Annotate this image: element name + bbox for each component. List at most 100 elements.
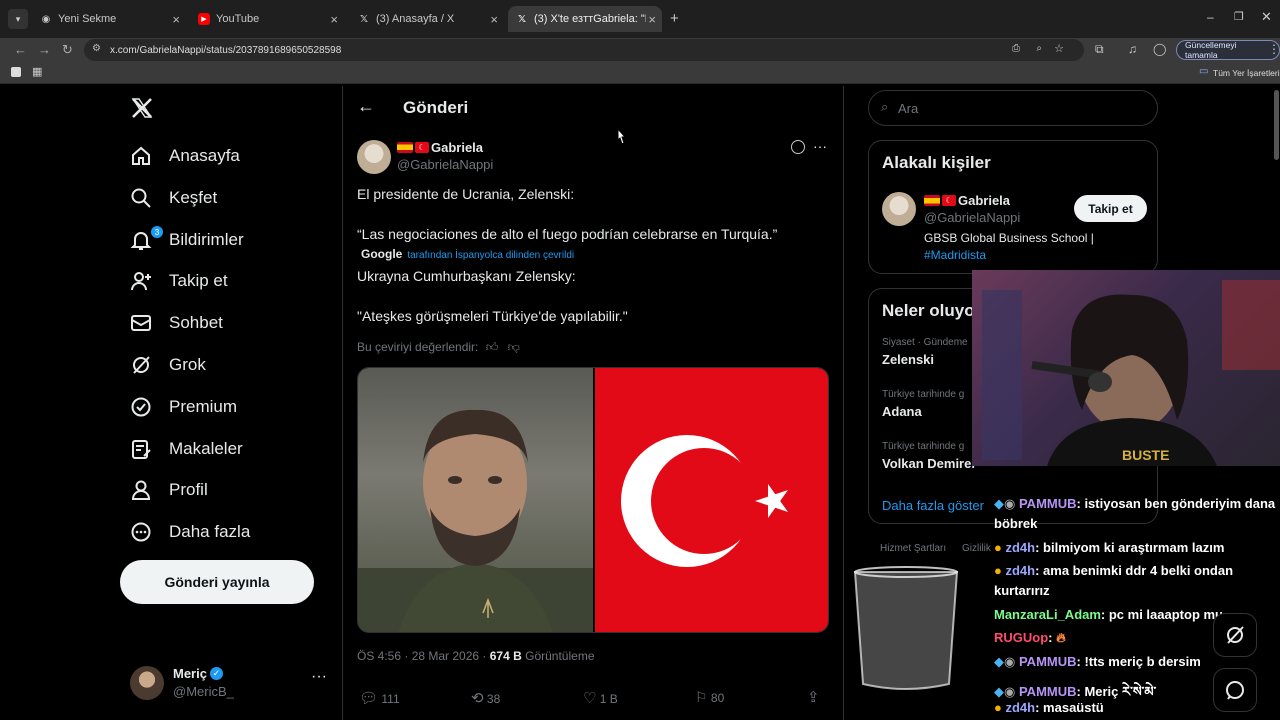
close-icon[interactable]: × xyxy=(490,12,498,27)
thumbs-up-icon[interactable]: 👍︎ xyxy=(486,340,499,354)
svg-text:BUSTE: BUSTE xyxy=(1122,447,1169,463)
nav-item-profile[interactable]: Profil xyxy=(130,472,208,508)
rate-translation: Bu çeviriyi değerlendir: 👍︎ 👎︎ xyxy=(357,340,520,355)
url-field[interactable]: ⚙ x.com/GabrielaNappi/status/20378916896… xyxy=(84,39,1084,61)
site-info-icon[interactable]: ⚙ xyxy=(92,43,101,54)
grok-float-button[interactable] xyxy=(1213,613,1257,657)
x-logo-icon[interactable] xyxy=(130,96,154,120)
nav-item-home[interactable]: Anasayfa xyxy=(130,138,240,174)
more-dots-icon[interactable]: ··· xyxy=(311,668,327,686)
sidebar-toggle-icon[interactable] xyxy=(11,67,21,77)
tab-x-home[interactable]: 𝕏 (3) Anasayfa / X × xyxy=(350,8,504,30)
chat-message: böbrek xyxy=(994,516,1037,531)
more-dots-icon[interactable]: ··· xyxy=(813,138,827,154)
related-hashtag[interactable]: #Madridista xyxy=(924,248,986,262)
tab-youtube[interactable]: ▶ YouTube × xyxy=(190,8,344,30)
forward-icon[interactable]: → xyxy=(38,42,51,57)
post-column: ← Gönderi ☾ Gabriela @GabrielaNappi ··· … xyxy=(342,86,844,720)
new-tab-button[interactable]: + xyxy=(670,10,679,27)
author-handle[interactable]: @GabrielaNappi xyxy=(397,157,493,172)
repost-button[interactable]: ⟲ 38 xyxy=(471,689,500,707)
chat-text: : bilmiyom ki araştırmam lazım xyxy=(1035,540,1225,555)
trend-name: Adana xyxy=(882,404,922,419)
nav-label: Takip et xyxy=(169,271,228,290)
views-label: Görüntüleme xyxy=(525,649,595,663)
profile-circle-icon[interactable]: ◯ xyxy=(1153,42,1166,56)
grok-icon[interactable] xyxy=(791,140,805,154)
close-icon[interactable]: × xyxy=(330,12,338,27)
bookmark-star-icon[interactable]: ☆ xyxy=(1054,42,1064,55)
show-more-link[interactable]: Daha fazla göster xyxy=(882,498,984,513)
badge-icon: ● xyxy=(994,540,1002,555)
nav-item-premium[interactable]: Premium xyxy=(130,389,237,425)
post-button[interactable]: Gönderi yayınla xyxy=(120,560,314,604)
nav-item-follow[interactable]: Takip et xyxy=(130,263,228,299)
nav-item-grok[interactable]: Grok xyxy=(130,347,206,383)
reload-icon[interactable]: ↻ xyxy=(62,42,73,58)
chat-text: : xyxy=(1048,630,1053,645)
close-icon[interactable]: × xyxy=(648,12,656,27)
reply-button[interactable]: 💬︎ 111 xyxy=(359,689,400,707)
tab-list-dropdown[interactable]: ▾ xyxy=(8,9,28,29)
footer-privacy-link[interactable]: Gizlilik xyxy=(962,543,991,554)
extensions-icon[interactable]: ⧉ xyxy=(1095,42,1104,57)
nav-item-articles[interactable]: Makaleler xyxy=(130,431,243,467)
author-avatar[interactable] xyxy=(357,140,391,174)
nav-item-chat[interactable]: Sohbet xyxy=(130,305,223,341)
media-icon[interactable]: ♫ xyxy=(1128,42,1137,56)
tab-x-post[interactable]: 𝕏 (3) X'te езттGabriela: "El preside × xyxy=(508,6,662,32)
back-icon[interactable]: ← xyxy=(14,42,27,57)
page-scrollbar[interactable] xyxy=(1274,90,1279,160)
update-button[interactable]: Güncellemeyi tamamla xyxy=(1176,40,1280,60)
install-icon[interactable]: ⎙ xyxy=(1012,43,1020,54)
related-handle[interactable]: @GabrielaNappi xyxy=(924,210,1020,225)
trend-item[interactable]: Türkiye tarihinde g Adana xyxy=(882,389,964,419)
account-switcher[interactable]: Meriç ✓ @MericB_ ··· xyxy=(130,666,330,706)
search-input[interactable]: ⌕ Ara xyxy=(868,90,1158,126)
badge-icon: ◉ xyxy=(1004,496,1016,511)
chat-user: zd4h xyxy=(1005,700,1036,715)
like-button[interactable]: ♡ 1 B xyxy=(583,689,618,707)
bookmark-button[interactable]: ⚐ 80 xyxy=(695,689,724,706)
related-avatar[interactable] xyxy=(882,192,916,226)
close-icon[interactable]: × xyxy=(172,12,180,27)
nav-label: Daha fazla xyxy=(169,522,251,541)
apps-grid-icon[interactable]: ▦ xyxy=(32,65,42,78)
footer-terms-link[interactable]: Hizmet Şartları xyxy=(880,543,946,554)
messages-float-button[interactable] xyxy=(1213,668,1257,712)
all-bookmarks-link[interactable]: Tüm Yer İşaretleri xyxy=(1213,68,1280,78)
nav-item-more[interactable]: Daha fazla xyxy=(130,514,250,550)
tab-new-tab[interactable]: ◉ Yeni Sekme × xyxy=(32,8,186,30)
related-people-card: Alakalı kişiler ☾ Gabriela @GabrielaNapp… xyxy=(868,140,1158,274)
chat-user: PAMMUB xyxy=(1018,496,1077,511)
chat-user: PAMMUB xyxy=(1018,684,1077,699)
nav-item-explore[interactable]: Keşfet xyxy=(130,180,217,216)
zoom-icon[interactable]: ⌕ xyxy=(1036,43,1042,54)
chat-message: ◆◉ PAMMUB: !tts meriç b dersim xyxy=(994,654,1201,670)
chat-message: ● zd4h: bilmiyom ki araştırmam lazım xyxy=(994,540,1224,555)
back-arrow-icon[interactable]: ← xyxy=(357,96,375,117)
share-icon[interactable]: ⇪ xyxy=(807,688,820,706)
follow-button-label: Takip et xyxy=(1088,201,1133,216)
trend-name: Volkan Demirel xyxy=(882,456,975,471)
trend-item[interactable]: Siyaset · Gündeme Zelenski xyxy=(882,337,968,367)
heart-icon: ♡ xyxy=(583,690,597,707)
post-image[interactable] xyxy=(357,367,829,633)
post-text-translation-1: Ukrayna Cumhurbaşkanı Zelensky: xyxy=(357,268,576,284)
translated-by-text[interactable]: tarafından İspanyolca dilinden çevrildi xyxy=(407,250,574,261)
window-close-icon[interactable]: ✕ xyxy=(1261,9,1272,25)
trend-item[interactable]: Türkiye tarihinde g Volkan Demirel xyxy=(882,441,975,471)
follow-button[interactable]: Takip et xyxy=(1074,195,1147,222)
thumbs-down-icon[interactable]: 👎︎ xyxy=(508,340,520,354)
search-icon xyxy=(130,187,152,209)
author-name[interactable]: Gabriela xyxy=(431,140,483,155)
nav-item-notifications[interactable]: 3 Bildirimler xyxy=(130,222,244,258)
flag-turkey-icon: ☾ xyxy=(415,142,429,153)
related-bio: GBSB Global Business School | xyxy=(924,231,1094,245)
timestamp[interactable]: ÖS 4:56 · 28 Mar 2026 · xyxy=(357,649,486,663)
update-button-label: Güncellemeyi tamamla xyxy=(1185,40,1237,60)
restore-icon[interactable]: ❐ xyxy=(1234,10,1244,23)
kebab-menu-icon[interactable]: ⋮ xyxy=(1268,42,1280,56)
minimize-icon[interactable]: – xyxy=(1207,10,1214,24)
related-name[interactable]: Gabriela xyxy=(958,193,1010,208)
